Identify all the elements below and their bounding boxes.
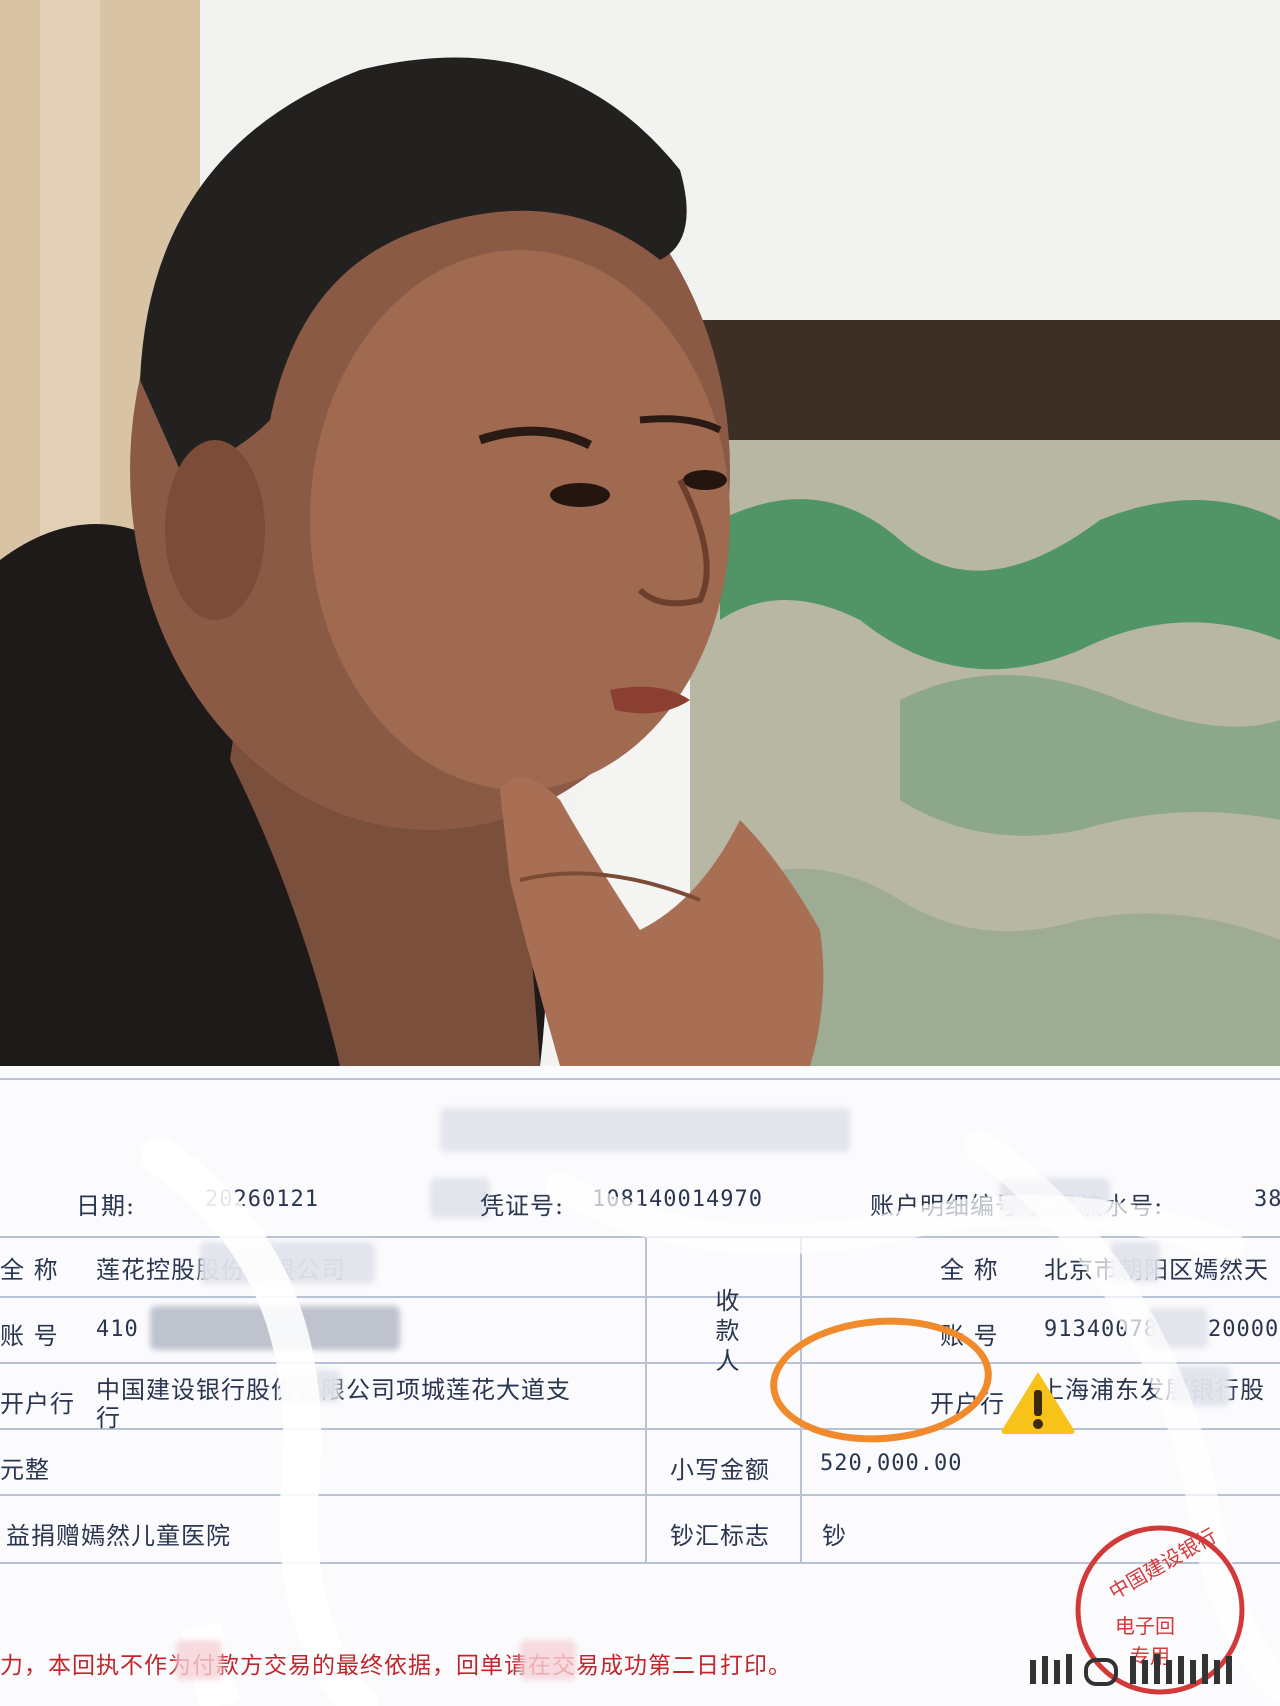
redaction-footer-2 [520,1640,576,1680]
footer-note: 力，本回执不作为付款方交易的最终依据，回单请在交易成功第二日打印。 [0,1653,792,1679]
redaction-footer-1 [176,1640,222,1680]
portrait-photo [0,0,1280,1066]
stamp-line2: 电子回 [1115,1614,1175,1638]
warning-icon [1001,1372,1075,1434]
portrait-illustration [0,0,1280,1066]
watermark-badge [1030,1650,1260,1697]
